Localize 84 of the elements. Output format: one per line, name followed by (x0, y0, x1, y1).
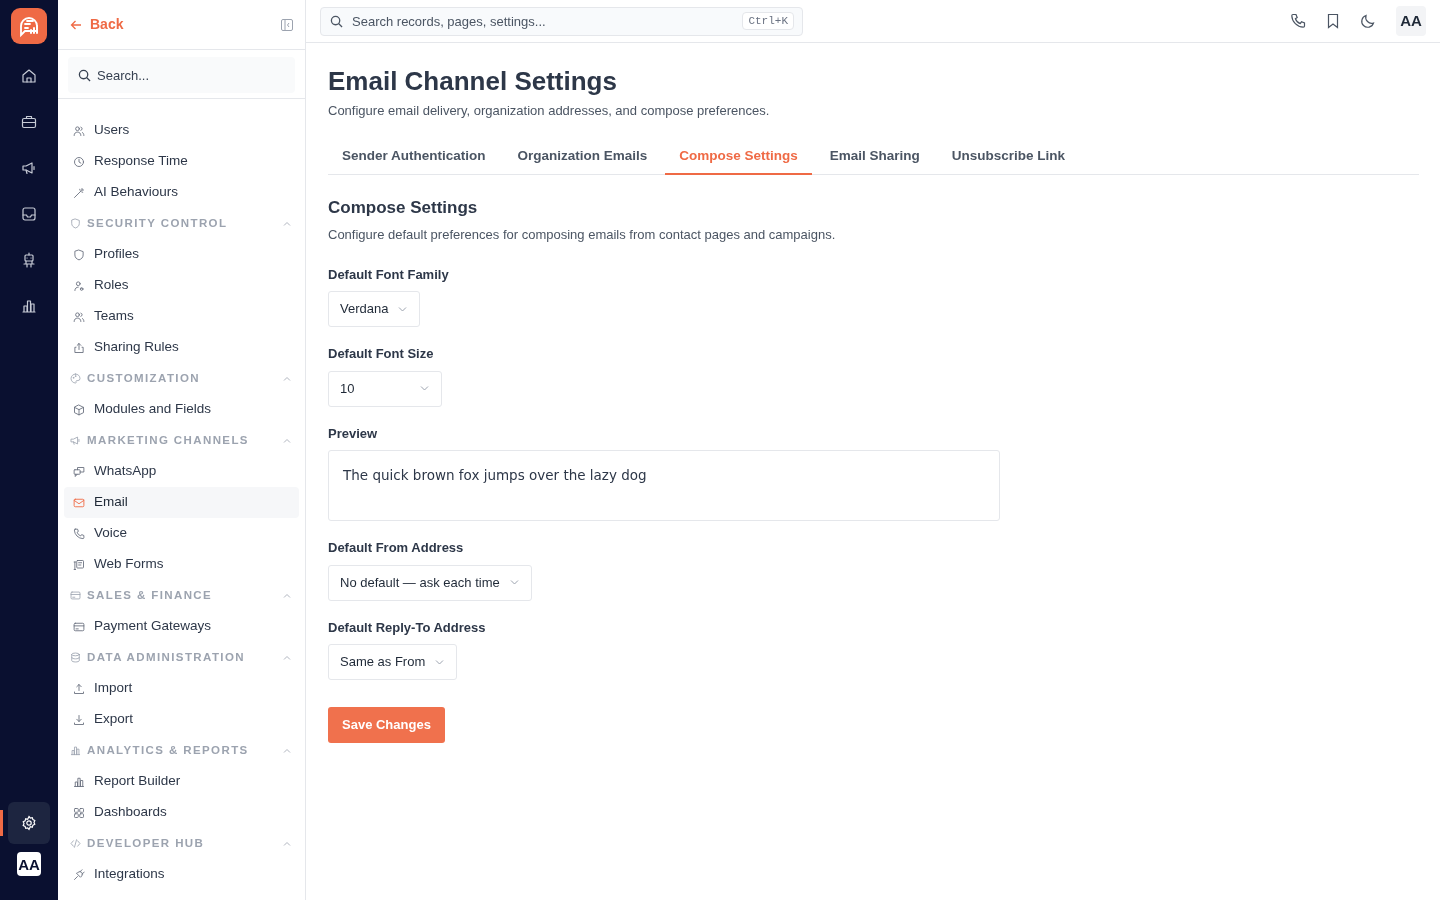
chevron-down-icon (420, 386, 429, 391)
user-avatar[interactable]: AA (17, 852, 41, 876)
search-icon (330, 14, 343, 28)
database-icon (70, 652, 81, 663)
sidebar-item[interactable]: Modules and Fields (64, 394, 299, 425)
user-avatar[interactable]: AA (1396, 6, 1426, 36)
field-label: Default Reply-To Address (328, 618, 486, 637)
select-field[interactable]: Same as From (328, 644, 458, 680)
arrow-left-icon (70, 18, 82, 31)
phone-icon (73, 527, 85, 540)
card-icon (70, 590, 81, 601)
sidebar-item[interactable]: Export (64, 704, 299, 735)
sidebar-item[interactable]: Integrations (64, 859, 299, 890)
sidebar-item[interactable]: WhatsApp (64, 456, 299, 487)
field-label: Default From Address (328, 539, 464, 557)
page-subtitle: Configure email delivery, organization addresses, and compose preferences. (328, 102, 771, 120)
clock-icon (73, 155, 85, 168)
sidebar-item[interactable]: Payment Gateways (64, 611, 299, 642)
sidebar-item[interactable]: Teams (64, 301, 299, 332)
users-icon (73, 310, 85, 323)
sidebar-item[interactable]: Profiles (64, 239, 299, 270)
chat-icon (73, 465, 85, 478)
sidebar-item[interactable]: Roles (64, 270, 299, 301)
bookmark-icon[interactable] (1326, 13, 1340, 29)
download-icon (73, 713, 85, 726)
bar-chart-icon (21, 298, 37, 314)
card-icon (73, 620, 85, 633)
sidebar-item[interactable]: Voice (64, 518, 299, 549)
megaphone-icon (70, 435, 81, 446)
inbox-icon (21, 206, 37, 222)
section-subtitle: Configure default preferences for composing emails from contact pages and campaigns. (328, 226, 837, 244)
mail-icon (73, 496, 85, 509)
upload-icon (73, 682, 85, 695)
tab[interactable]: Organization Emails (503, 140, 662, 175)
home-icon (21, 68, 37, 84)
sidebar-item[interactable]: Response Time (64, 146, 299, 177)
code-icon (70, 838, 81, 849)
chevron-down-icon (509, 580, 519, 585)
sidebar-item[interactable]: Report Builder (64, 766, 299, 797)
sidebar-toggle-icon[interactable] (281, 18, 293, 31)
grid-icon (73, 806, 85, 819)
page-title: Email Channel Settings (328, 65, 618, 97)
settings-icon (21, 815, 37, 831)
plug-icon (73, 868, 85, 881)
share-icon (73, 341, 85, 354)
chevron-down-icon (435, 659, 445, 665)
sidebar-item[interactable]: Web Forms (64, 549, 299, 580)
search-icon (78, 69, 91, 82)
select-field[interactable]: No default — ask each time (328, 564, 532, 601)
select-field[interactable]: Verdana (328, 291, 421, 327)
sidebar-item[interactable]: Import (64, 673, 299, 704)
shield-icon (70, 218, 81, 229)
robot-icon (21, 252, 37, 268)
megaphone-icon (21, 160, 37, 176)
field-label: Default Font Size (328, 345, 434, 363)
settings-button[interactable] (8, 802, 50, 844)
wand-icon (73, 186, 85, 199)
bar-chart-icon (70, 745, 81, 756)
tab[interactable]: Unsubscribe Link (937, 140, 1080, 175)
form-icon (73, 558, 85, 571)
phone-icon[interactable] (1290, 13, 1306, 29)
sidebar-item[interactable]: Dashboards (64, 797, 299, 828)
sidebar-item[interactable]: Sharing Rules (64, 332, 299, 363)
select-field[interactable]: 10 (328, 370, 442, 407)
sidebar-item[interactable]: Email (64, 487, 299, 518)
sidebar-item[interactable]: AI Behaviours (64, 177, 299, 208)
search-field[interactable]: Search... (68, 57, 295, 93)
field-label: Preview (328, 424, 378, 443)
section-title: Compose Settings (328, 196, 479, 219)
tab[interactable]: Sender Authentication (328, 140, 500, 175)
moon-icon[interactable] (1360, 13, 1376, 29)
shield-icon (73, 248, 85, 261)
user-icon (73, 279, 85, 292)
briefcase-icon (21, 114, 37, 130)
preview-box: The quick brown fox jumps over the lazy dog (328, 450, 1000, 521)
chevron-down-icon (398, 306, 408, 312)
tab[interactable]: Email Sharing (815, 140, 934, 175)
bar-chart-icon (73, 775, 85, 788)
sidebar-item[interactable]: Users (64, 115, 299, 146)
app-logo[interactable] (11, 8, 47, 44)
users-icon (73, 124, 85, 137)
field-label: Default Font Family (328, 265, 449, 284)
palette-icon (70, 373, 81, 384)
cube-icon (73, 403, 85, 416)
